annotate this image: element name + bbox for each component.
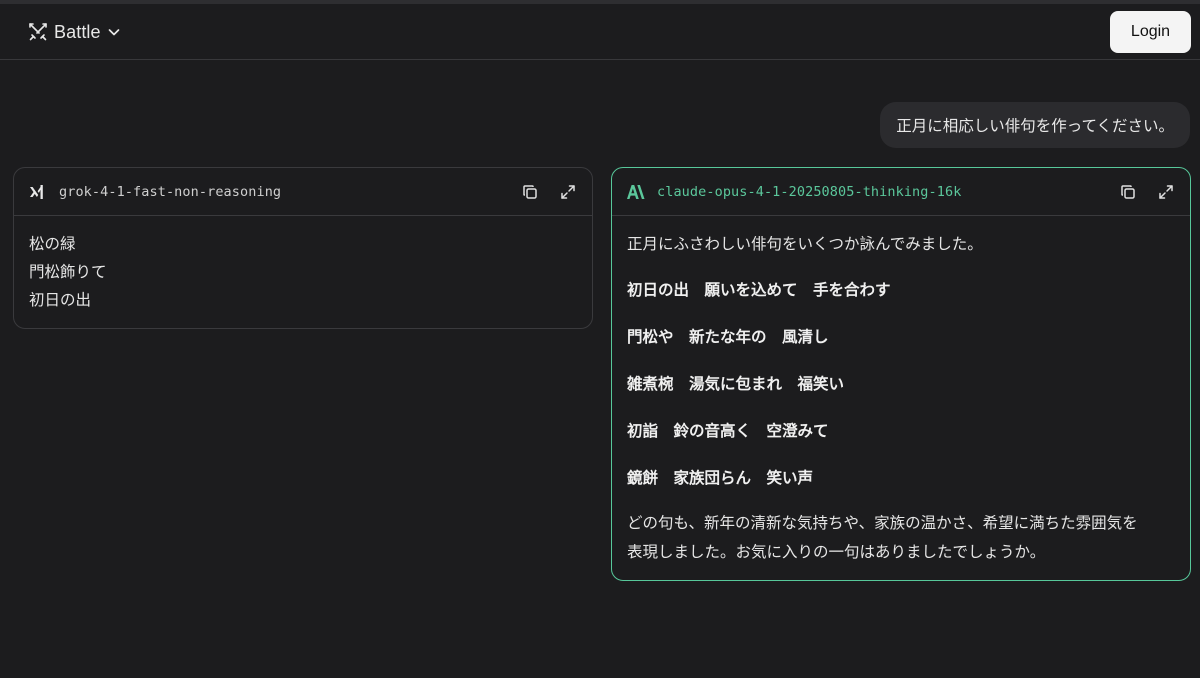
model-name: grok-4-1-fast-non-reasoning (59, 183, 282, 200)
chevron-down-icon (107, 25, 121, 39)
card-header: grok-4-1-fast-non-reasoning (14, 168, 592, 216)
mode-selector[interactable]: Battle (28, 20, 121, 44)
copy-icon[interactable] (1118, 182, 1138, 202)
response-card-claude: claude-opus-4-1-20250805-thinking-16k 正月… (611, 167, 1191, 581)
response-text: 正月にふさわしい俳句をいくつか詠んでみました。 初日の出 願いを込めて 手を合わ… (612, 216, 1190, 567)
top-bar: Battle Login (0, 4, 1200, 60)
haiku-line: 鏡餅 家族団らん 笑い声 (627, 469, 814, 487)
copy-icon[interactable] (520, 182, 540, 202)
expand-icon[interactable] (558, 182, 578, 202)
response-card-grok: grok-4-1-fast-non-reasoning 松の緑 門松飾りて 初日… (13, 167, 593, 329)
login-button[interactable]: Login (1110, 11, 1191, 53)
model-name: claude-opus-4-1-20250805-thinking-16k (657, 183, 962, 200)
intro-text: 正月にふさわしい俳句をいくつか詠んでみました。 (627, 235, 983, 253)
haiku-line: 門松や 新たな年の 風清し (627, 328, 829, 346)
expand-icon[interactable] (1156, 182, 1176, 202)
mode-label: Battle (54, 21, 101, 42)
closing-text: どの句も、新年の清新な気持ちや、家族の温かさ、希望に満ちた雰囲気を 表現しました… (627, 509, 1175, 567)
anthropic-logo-icon (626, 182, 646, 202)
page: Battle Login 正月に相応しい俳句を作ってください。 grok-4-1… (0, 0, 1200, 678)
haiku-line: 初日の出 願いを込めて 手を合わす (627, 281, 891, 299)
user-message: 正月に相応しい俳句を作ってください。 (880, 102, 1190, 148)
haiku-line: 初詣 鈴の音高く 空澄みて (627, 422, 829, 440)
text-line: 初日の出 (29, 291, 92, 309)
haiku-line: 雑煮椀 湯気に包まれ 福笑い (627, 375, 845, 393)
closing-line: どの句も、新年の清新な気持ちや、家族の温かさ、希望に満ちた雰囲気を (627, 514, 1138, 532)
closing-line: 表現しました。お気に入りの一句はありましたでしょうか。 (627, 543, 1046, 561)
card-header: claude-opus-4-1-20250805-thinking-16k (612, 168, 1190, 216)
response-text: 松の緑 門松飾りて 初日の出 (14, 216, 592, 314)
xai-logo-icon (28, 182, 48, 202)
text-line: 門松飾りて (29, 263, 107, 281)
text-line: 松の緑 (29, 235, 76, 253)
swords-icon (28, 22, 48, 42)
